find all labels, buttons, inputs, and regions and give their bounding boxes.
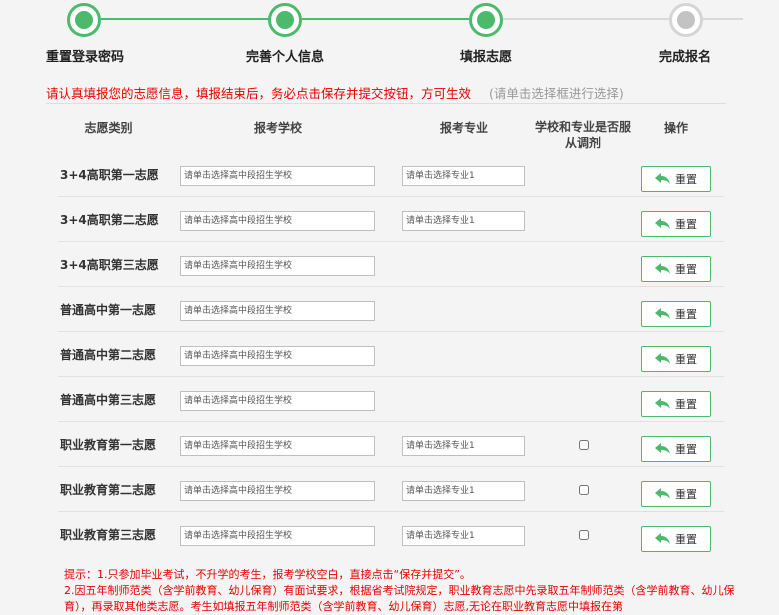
header-action: 操作: [663, 121, 688, 135]
reset-button[interactable]: 重置: [641, 166, 711, 192]
reset-button[interactable]: 重置: [641, 436, 711, 462]
undo-arrow-icon: [655, 218, 670, 229]
reset-button-label: 重置: [675, 263, 697, 276]
notice-main: 请认真填报您的志愿信息，填报结束后，务必点击保存并提交按钮，方可生效: [46, 86, 472, 101]
undo-arrow-icon: [655, 443, 670, 454]
tip-line-2: 2.因五年制师范类（含学前教育、幼儿保育）有面试要求，根据省考试院规定，职业教育…: [64, 584, 735, 613]
school-input[interactable]: [180, 256, 375, 276]
undo-arrow-icon: [655, 263, 670, 274]
progress-track-3: [503, 18, 670, 20]
step-3-label: 填报志愿: [460, 50, 513, 65]
row-divider: [58, 241, 724, 242]
major-input[interactable]: [402, 526, 525, 546]
row-label: 职业教育第二志愿: [60, 483, 157, 497]
reset-button-label: 重置: [675, 173, 697, 186]
school-input[interactable]: [180, 481, 375, 501]
step-1-label: 重置登录密码: [46, 50, 125, 65]
reset-button[interactable]: 重置: [641, 346, 711, 372]
row-divider: [58, 196, 724, 197]
row-divider: [58, 421, 724, 422]
row-divider: [58, 466, 724, 467]
reset-button[interactable]: 重置: [641, 526, 711, 552]
reset-button-label: 重置: [675, 308, 697, 321]
progress-track-1: [101, 18, 269, 20]
header-school: 报考学校: [253, 121, 302, 135]
adjust-checkbox[interactable]: [579, 530, 589, 540]
progress-track-2: [302, 18, 469, 20]
school-input[interactable]: [180, 391, 375, 411]
row-label: 3+4高职第三志愿: [60, 258, 159, 272]
row-label: 3+4高职第一志愿: [60, 168, 159, 182]
undo-arrow-icon: [655, 398, 670, 409]
school-input[interactable]: [180, 166, 375, 186]
notice-divider: [46, 103, 726, 104]
row-label: 职业教育第三志愿: [60, 528, 157, 542]
row-label: 普通高中第二志愿: [60, 348, 157, 362]
major-input[interactable]: [402, 166, 525, 186]
undo-arrow-icon: [655, 533, 670, 544]
reset-button[interactable]: 重置: [641, 211, 711, 237]
header-adjust: 学校和专业是否服从调剂: [534, 120, 631, 150]
notice-hint: (请单击选择框进行选择): [489, 86, 624, 101]
adjust-checkbox[interactable]: [579, 440, 589, 450]
undo-arrow-icon: [655, 173, 670, 184]
row-label: 普通高中第三志愿: [60, 393, 157, 407]
undo-arrow-icon: [655, 308, 670, 319]
fill-notice: 请认真填报您的志愿信息，填报结束后，务必点击保存并提交按钮，方可生效 (请单击选…: [46, 83, 624, 102]
step-2-label: 完善个人信息: [246, 50, 325, 65]
reset-button-label: 重置: [675, 218, 697, 231]
undo-arrow-icon: [655, 488, 670, 499]
undo-arrow-icon: [655, 353, 670, 364]
tip-line-1: 提示：1.只参加毕业考试，不升学的考生，报考学校空白，直接点击“保存并提交”。: [64, 568, 471, 581]
row-label: 职业教育第一志愿: [60, 438, 157, 452]
school-input[interactable]: [180, 301, 375, 321]
reset-button-label: 重置: [675, 398, 697, 411]
reset-button-label: 重置: [675, 443, 697, 456]
row-divider: [58, 331, 724, 332]
reset-button[interactable]: 重置: [641, 301, 711, 327]
step-4-label: 完成报名: [659, 50, 712, 65]
school-input[interactable]: [180, 211, 375, 231]
major-input[interactable]: [402, 211, 525, 231]
reset-button[interactable]: 重置: [641, 481, 711, 507]
row-divider: [58, 511, 724, 512]
school-input[interactable]: [180, 346, 375, 366]
step-2-icon: [268, 3, 302, 37]
reset-button-label: 重置: [675, 488, 697, 501]
reset-button-label: 重置: [675, 353, 697, 366]
row-divider: [58, 286, 724, 287]
tips-panel: 提示：1.只参加毕业考试，不升学的考生，报考学校空白，直接点击“保存并提交”。 …: [46, 567, 736, 615]
school-input[interactable]: [180, 436, 375, 456]
row-label: 普通高中第一志愿: [60, 303, 157, 317]
major-input[interactable]: [402, 436, 525, 456]
major-input[interactable]: [402, 481, 525, 501]
reset-button[interactable]: 重置: [641, 391, 711, 417]
row-divider: [58, 376, 724, 377]
row-label: 3+4高职第二志愿: [60, 213, 159, 227]
adjust-checkbox[interactable]: [579, 485, 589, 495]
reset-button-label: 重置: [675, 533, 697, 546]
header-category: 志愿类别: [84, 121, 133, 135]
step-1-icon: [67, 3, 101, 37]
step-4-icon: [669, 3, 703, 37]
step-3-icon: [469, 3, 503, 37]
school-input[interactable]: [180, 526, 375, 546]
reset-button[interactable]: 重置: [641, 256, 711, 282]
header-major: 报考专业: [439, 121, 488, 135]
progress-track-end: [703, 18, 743, 20]
